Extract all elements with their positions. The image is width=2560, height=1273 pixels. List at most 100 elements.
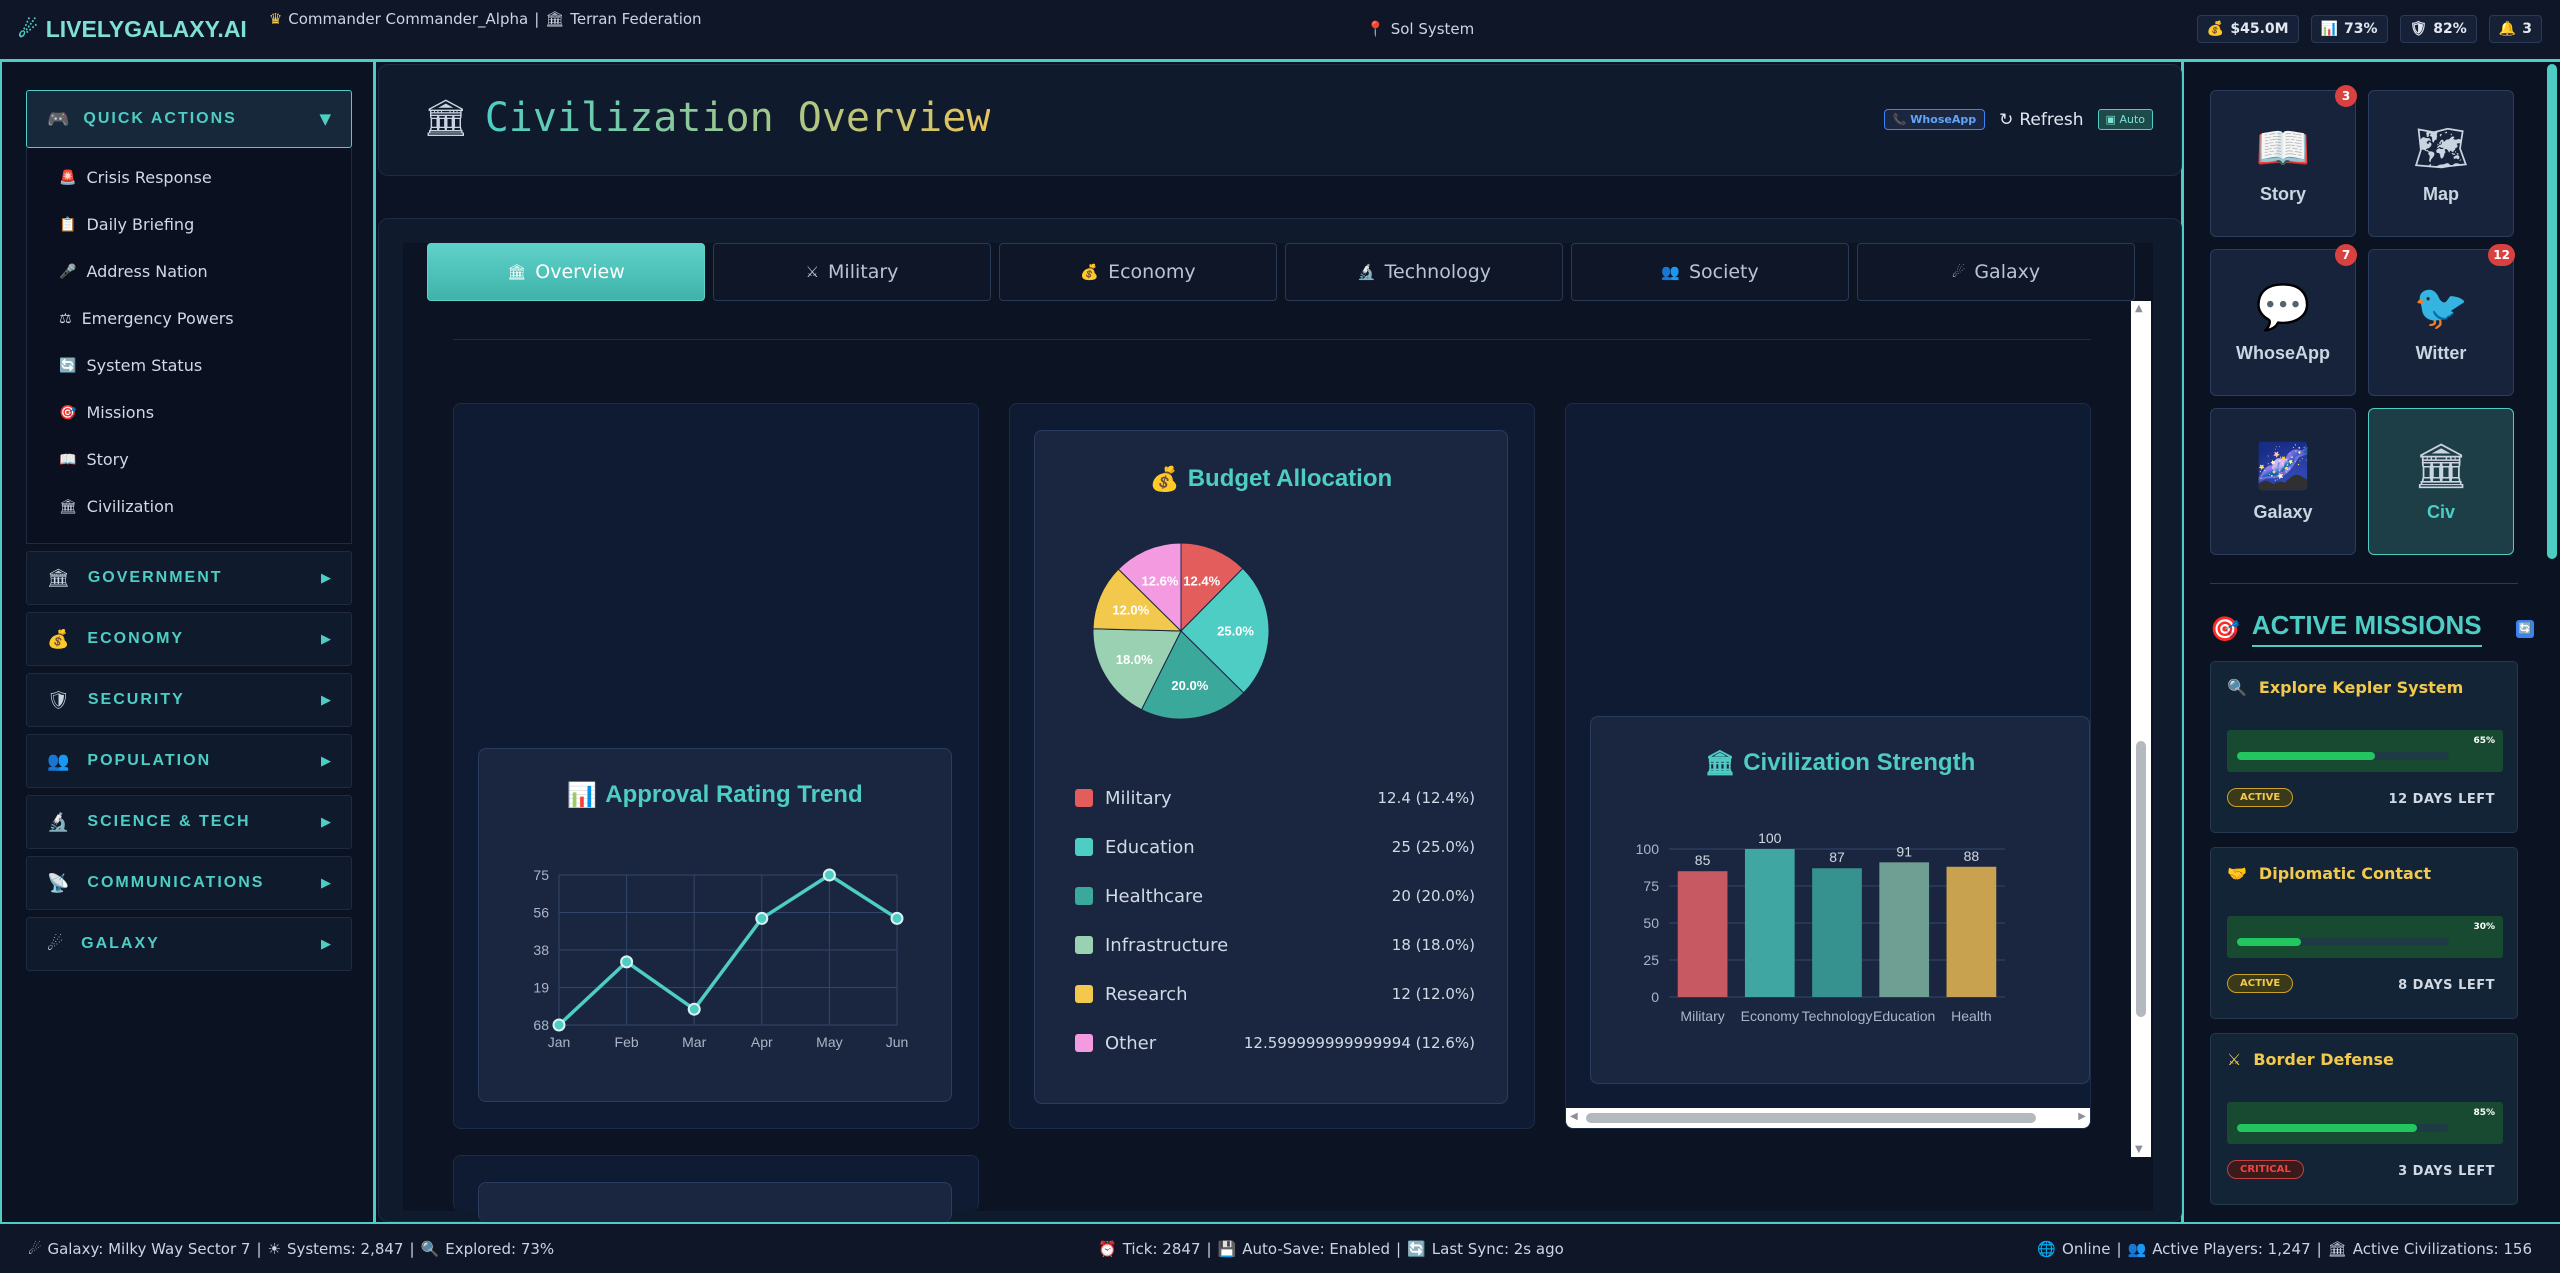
- nav-group-galaxy[interactable]: ☄ GALAXY ▶: [26, 917, 352, 971]
- auto-label: Auto: [2119, 113, 2145, 126]
- legend-education: Education 25 (25.0%): [1075, 834, 1475, 860]
- y-tick-label: 38: [533, 942, 549, 958]
- top-bar: ☄ LIVELYGALAXY.AI ♛ Commander Commander_…: [0, 0, 2560, 62]
- progress-track: [2237, 752, 2449, 760]
- page-title-text: Civilization Overview: [484, 95, 991, 141]
- app-story[interactable]: 3 📖 Story: [2210, 85, 2357, 237]
- quick-action-crisis-response[interactable]: 🚨 Crisis Response: [27, 154, 351, 201]
- app-launcher: 3 📖 Story 🗺 Map 7 💬 WhoseApp 12 🐦 Witter 🌌 Galax…: [2210, 85, 2534, 555]
- tab-bar: 🏛 Overview ⚔ Military 💰 Economy 🔬 Technology…: [427, 243, 2135, 301]
- stat-notifications[interactable]: 🔔 3: [2488, 15, 2542, 43]
- status-icon: 🔄: [59, 357, 77, 374]
- scrollbar-thumb[interactable]: [1586, 1113, 2036, 1123]
- nav-group-government[interactable]: 🏛 GOVERNMENT ▶: [26, 551, 352, 605]
- data-point: [687, 1002, 701, 1016]
- quick-action-story[interactable]: 📖 Story: [27, 436, 351, 483]
- mission-card[interactable]: 🤝 Diplomatic Contact 30% ACTIVE 8 DAYS LE…: [2210, 847, 2518, 1019]
- auto-button[interactable]: ▣ Auto: [2097, 109, 2153, 130]
- app-galaxy[interactable]: 🌌 Galaxy: [2210, 408, 2356, 555]
- logo[interactable]: ☄ LIVELYGALAXY.AI: [18, 16, 247, 43]
- progress-fill: [2237, 1124, 2418, 1132]
- whoseapp-button[interactable]: 📞 WhoseApp: [1883, 109, 1986, 130]
- legend-infrastructure: Infrastructure 18 (18.0%): [1075, 932, 1475, 958]
- whoseapp-label: WhoseApp: [1910, 113, 1977, 126]
- x-tick-label: Technology: [1802, 1008, 1873, 1024]
- bank-icon: 🏛: [47, 567, 70, 589]
- nav-group-label: GALAXY: [81, 935, 160, 952]
- app-witter[interactable]: 12 🐦 Witter: [2368, 244, 2515, 396]
- progress-label: 85%: [2473, 1108, 2495, 1118]
- quick-action-missions[interactable]: 🎯 Missions: [27, 389, 351, 436]
- stat-credits[interactable]: 💰 $45.0M: [2196, 15, 2299, 43]
- footer-online: Online: [2062, 1239, 2111, 1258]
- quick-action-label: System Status: [86, 356, 203, 375]
- right-panel-scrollbar[interactable]: [2546, 62, 2558, 1222]
- legend-swatch: [1075, 789, 1093, 807]
- app-civ[interactable]: 🏛 Civ: [2368, 408, 2514, 555]
- page-header: 🏛 Civilization Overview 📞 WhoseApp ↻ Refr…: [378, 64, 2182, 176]
- quick-action-system-status[interactable]: 🔄 System Status: [27, 342, 351, 389]
- stat-approval[interactable]: 📊 73%: [2310, 15, 2388, 43]
- auto-icon: ▣: [2105, 113, 2116, 126]
- tab-overview[interactable]: 🏛 Overview: [427, 243, 705, 301]
- legend-label: Research: [1105, 983, 1188, 1005]
- tab-label: Society: [1688, 261, 1759, 283]
- quick-action-address-nation[interactable]: 🎤 Address Nation: [27, 248, 351, 295]
- mission-progress: 65%: [2227, 730, 2503, 772]
- quick-action-daily-briefing[interactable]: 📋 Daily Briefing: [27, 201, 351, 248]
- legend-military: Military 12.4 (12.4%): [1075, 785, 1475, 811]
- x-tick-label: Health: [1951, 1008, 1991, 1024]
- tab-technology[interactable]: 🔬 Technology: [1285, 243, 1563, 301]
- app-label: Galaxy: [2253, 502, 2313, 522]
- app-root: ☄ LIVELYGALAXY.AI ♛ Commander Commander_…: [0, 0, 2560, 1273]
- quick-action-civilization[interactable]: 🏛 Civilization: [27, 483, 351, 530]
- legend-label: Healthcare: [1105, 885, 1204, 907]
- mission-progress: 30%: [2227, 916, 2503, 958]
- footer-active-players: Active Players: 1,247: [2152, 1239, 2311, 1258]
- app-label: Civ: [2426, 502, 2455, 522]
- slice-label: 12.4%: [1183, 574, 1220, 589]
- approval-card: 📊 Approval Rating Trend 75 56 38 19 68 Jan Feb M…: [453, 403, 979, 1129]
- swords-icon: ⚔: [805, 263, 820, 281]
- stat-security[interactable]: 🛡 82%: [2399, 15, 2477, 43]
- quick-action-emergency-powers[interactable]: ⚖ Emergency Powers: [27, 295, 351, 342]
- nav-group-science-tech[interactable]: 🔬 SCIENCE & TECH ▶: [26, 795, 352, 849]
- legend-swatch: [1075, 838, 1093, 856]
- nav-group-population[interactable]: 👥 POPULATION ▶: [26, 734, 352, 788]
- tab-society[interactable]: 👥 Society: [1571, 243, 1849, 301]
- scrollbar-thumb[interactable]: [2547, 64, 2557, 559]
- notification-badge: 12: [2488, 244, 2515, 266]
- speech-bubble-icon: 💬: [2255, 282, 2311, 333]
- divider: [453, 339, 2091, 340]
- legend-value: 18 (18.0%): [1391, 936, 1475, 954]
- nav-group-communications[interactable]: 📡 COMMUNICATIONS ▶: [26, 856, 352, 910]
- x-tick-label: Military: [1680, 1008, 1724, 1024]
- app-map[interactable]: 🗺 Map: [2368, 90, 2514, 237]
- mission-card[interactable]: 🔍 Explore Kepler System 65% ACTIVE 12 DAY…: [2210, 661, 2518, 833]
- globe-icon: 🌐: [2037, 1239, 2057, 1258]
- mission-card[interactable]: ⚔ Border Defense 85% CRITICAL 3 DAYS LEFT: [2210, 1033, 2518, 1205]
- budget-pie-chart: 12.4% 25.0% 20.0% 18.0% 12.0% 12.6%: [1092, 542, 1270, 720]
- budget-title-text: Budget Allocation: [1187, 465, 1393, 492]
- nav-group-security[interactable]: 🛡 SECURITY ▶: [26, 673, 352, 727]
- vertical-scrollbar[interactable]: ▲ ▼: [2131, 301, 2151, 1157]
- app-label: Witter: [2415, 343, 2467, 363]
- nav-group-economy[interactable]: 💰 ECONOMY ▶: [26, 612, 352, 666]
- open-book-icon: 📖: [2255, 123, 2311, 174]
- tab-economy[interactable]: 💰 Economy: [999, 243, 1277, 301]
- scrollbar-thumb[interactable]: [2136, 741, 2146, 1017]
- scroll-right-icon: ▶: [2078, 1111, 2086, 1122]
- bank-icon: 🏛: [59, 498, 77, 515]
- mission-title-text: Explore Kepler System: [2258, 678, 2464, 697]
- horizontal-scrollbar[interactable]: ◀ ▶: [1566, 1108, 2090, 1128]
- legend-swatch: [1075, 985, 1093, 1003]
- tab-galaxy[interactable]: ☄ Galaxy: [1857, 243, 2135, 301]
- bar-value-label: 88: [1964, 848, 1980, 864]
- quick-actions-header[interactable]: 🎮 QUICK ACTIONS ▼: [26, 90, 352, 148]
- bar-value-label: 91: [1896, 843, 1912, 859]
- sync-icon[interactable]: 🔄: [2516, 619, 2534, 638]
- refresh-button[interactable]: ↻ Refresh: [1999, 110, 2083, 130]
- tab-military[interactable]: ⚔ Military: [713, 243, 991, 301]
- app-whoseapp[interactable]: 7 💬 WhoseApp: [2210, 244, 2357, 396]
- commander-info: ♛ Commander Commander_Alpha | 🏛 Terran F…: [269, 10, 702, 28]
